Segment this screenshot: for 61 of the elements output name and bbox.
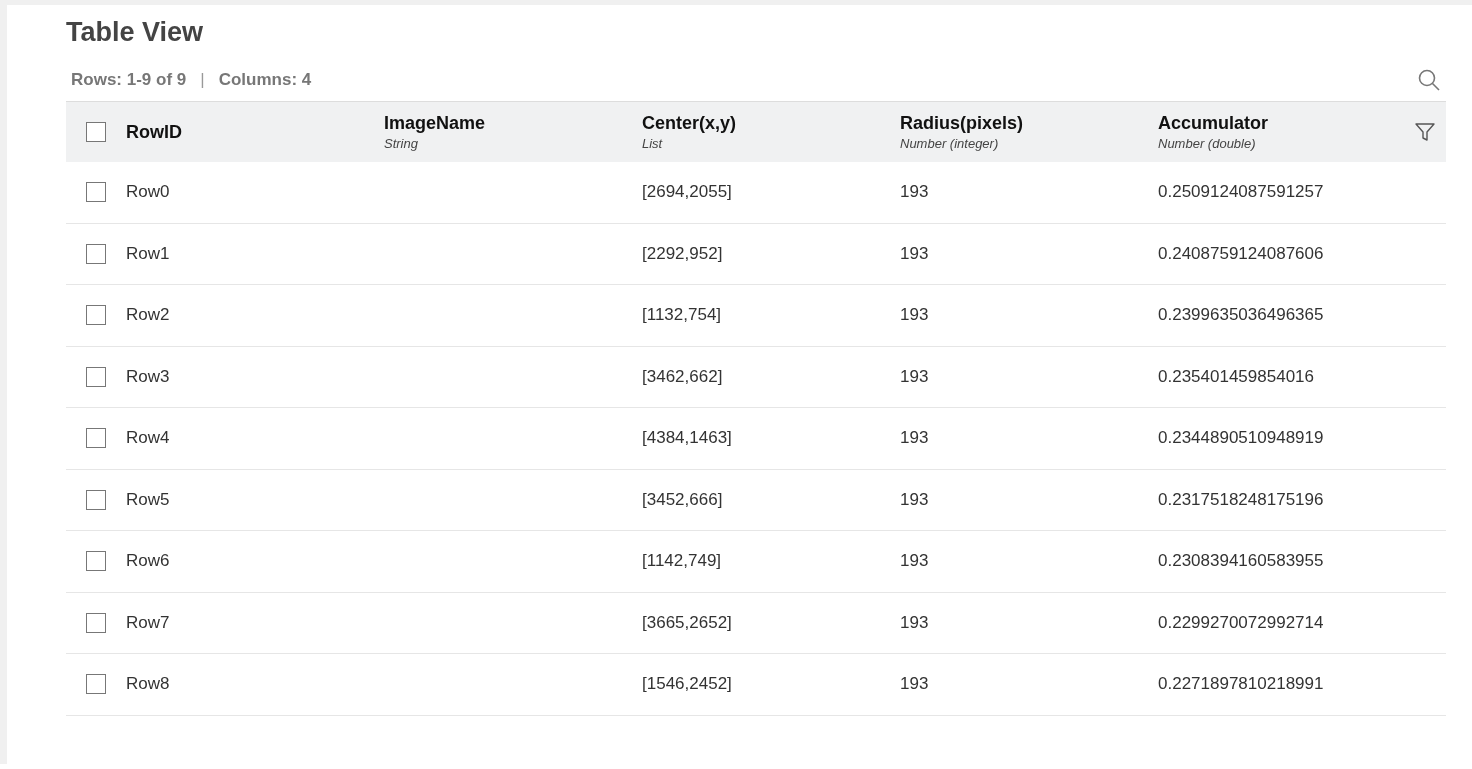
table-cell: 0.2408759124087606 [1158,243,1324,263]
table-cell: Row2 [126,305,170,325]
table-cell: 0.2271897810218991 [1158,674,1324,694]
table-cell: [2292,952] [642,243,723,263]
row-checkbox[interactable] [86,612,106,633]
table-cell: 0.235401459854016 [1158,366,1314,386]
table-cell: 0.2308394160583955 [1158,551,1324,571]
row-checkbox[interactable] [86,182,106,203]
table-cell: 0.2317518248175196 [1158,489,1324,509]
row-checkbox[interactable] [86,674,106,695]
table-cell: 193 [900,305,929,325]
table-cell: 193 [900,489,929,509]
table-cell: 193 [900,366,929,386]
column-count: Columns: 4 [218,70,312,90]
row-checkbox[interactable] [86,551,106,572]
table-cell: Row0 [126,182,170,202]
filter-icon[interactable] [1414,121,1436,143]
search-icon[interactable] [1417,68,1441,92]
table-cell: 0.2299270072992714 [1158,612,1324,632]
table-cell: [2694,2055] [642,182,732,202]
column-type: Number (integer) [900,136,1000,151]
row-checkbox[interactable] [86,366,106,387]
table-cell: [3452,666] [642,489,723,509]
row-checkbox[interactable] [86,243,106,264]
table-cell: 0.2509124087591257 [1158,182,1324,202]
table-cell: [1142,749] [642,551,722,571]
table-cell: 0.2399635036496365 [1158,305,1324,325]
table-cell: Row3 [126,366,170,386]
table-cell: [1132,754] [642,305,722,325]
table-cell: [3462,662] [642,366,723,386]
table-cell: 193 [900,551,929,571]
table-cell: 193 [900,182,929,202]
table-cell: Row8 [126,674,170,694]
table-cell: 193 [900,674,929,694]
table-cell: [1546,2452] [642,674,732,694]
select-all-checkbox[interactable] [86,122,106,142]
table-cell: Row6 [126,551,170,571]
column-type: List [642,136,664,151]
row-count: Rows: 1-9 of 9 [71,70,187,90]
row-checkbox[interactable] [86,489,106,510]
table-cell: Row1 [126,243,170,263]
table-cell: Row4 [126,428,170,448]
row-checkbox[interactable] [86,428,106,449]
table-cell: 193 [900,428,929,448]
column-header[interactable]: Radius(pixels) [900,113,1158,134]
column-header[interactable]: Center(x,y) [642,113,900,134]
table-cell: 0.2344890510948919 [1158,428,1324,448]
page-title: Table View [66,17,205,49]
table-cell: [3665,2652] [642,612,732,632]
row-checkbox[interactable] [86,305,106,326]
column-type: Number (double) [1158,136,1257,151]
table-cell: 193 [900,243,929,263]
column-type: String [384,136,419,151]
column-header[interactable]: Accumulator [1158,113,1416,134]
table-cell: 193 [900,612,929,632]
table-cell: Row7 [126,612,170,632]
column-header[interactable]: RowID [126,121,384,143]
column-header[interactable]: ImageName [384,113,642,134]
table-cell: [4384,1463] [642,428,732,448]
table-cell: Row5 [126,489,170,509]
separator: | [200,70,205,90]
